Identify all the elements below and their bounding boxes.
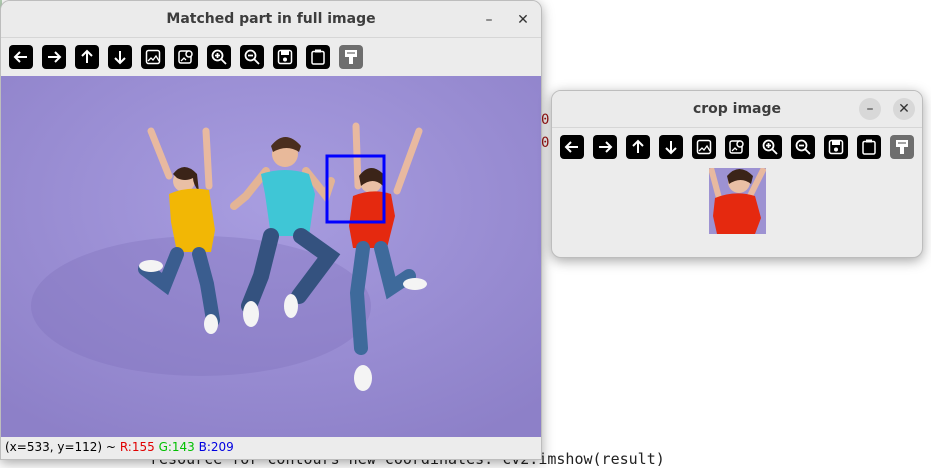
close-button[interactable]: ✕ <box>893 98 915 120</box>
arrow-right-icon <box>599 141 613 153</box>
pan-left-button[interactable] <box>9 45 33 69</box>
zoom-fit-button[interactable] <box>692 135 716 159</box>
minimize-icon: – <box>485 12 493 28</box>
toolbar <box>552 128 922 166</box>
arrow-up-icon <box>632 139 644 153</box>
pan-right-button[interactable] <box>42 45 66 69</box>
zoom-out-icon <box>795 139 811 155</box>
cursor-coordinates: (x=533, y=112) ~ <box>5 440 116 454</box>
zoom-original-button[interactable] <box>725 135 749 159</box>
close-icon: ✕ <box>517 12 529 28</box>
arrow-right-icon <box>48 51 62 63</box>
save-button[interactable] <box>273 45 297 69</box>
crop-canvas[interactable] <box>709 168 766 234</box>
clipboard-icon <box>311 49 325 65</box>
blue-value: B:209 <box>198 440 234 454</box>
arrow-down-icon <box>665 141 677 155</box>
window-title: Matched part in full image <box>166 11 376 27</box>
image-icon <box>145 49 161 65</box>
cropped-photo <box>709 168 766 234</box>
image-search-icon <box>178 50 193 64</box>
pan-left-button[interactable] <box>560 135 584 159</box>
pan-down-button[interactable] <box>659 135 683 159</box>
title-bar[interactable]: Matched part in full image – ✕ <box>1 1 541 38</box>
properties-icon <box>896 140 908 154</box>
zoom-in-button[interactable] <box>758 135 782 159</box>
minimize-button[interactable]: – <box>478 9 500 31</box>
red-value: R:155 <box>119 440 155 454</box>
arrow-down-icon <box>114 51 126 65</box>
arrow-left-icon <box>564 141 578 153</box>
zoom-fit-button[interactable] <box>141 45 165 69</box>
arrow-up-icon <box>81 49 93 63</box>
minimize-button[interactable]: – <box>859 98 881 120</box>
save-icon <box>828 139 844 155</box>
zoom-original-button[interactable] <box>174 45 198 69</box>
arrow-left-icon <box>13 51 27 63</box>
image-search-icon <box>729 140 744 154</box>
zoom-in-icon <box>211 49 227 65</box>
clipboard-icon <box>862 139 876 155</box>
copy-button[interactable] <box>857 135 881 159</box>
pan-up-button[interactable] <box>626 135 650 159</box>
green-value: G:143 <box>158 440 195 454</box>
image-icon <box>696 139 712 155</box>
save-button[interactable] <box>824 135 848 159</box>
zoom-in-icon <box>762 139 778 155</box>
save-icon <box>277 49 293 65</box>
matched-image-window: Matched part in full image – ✕ (x=533, y… <box>0 0 542 460</box>
title-bar[interactable]: crop image – ✕ <box>552 91 922 128</box>
editor-marker: 0 <box>541 112 550 128</box>
zoom-out-button[interactable] <box>240 45 264 69</box>
image-canvas[interactable] <box>1 76 541 437</box>
pan-down-button[interactable] <box>108 45 132 69</box>
pan-right-button[interactable] <box>593 135 617 159</box>
zoom-out-icon <box>244 49 260 65</box>
photo <box>1 76 541 437</box>
window-title: crop image <box>692 101 782 117</box>
copy-button[interactable] <box>306 45 330 69</box>
zoom-in-button[interactable] <box>207 45 231 69</box>
pan-up-button[interactable] <box>75 45 99 69</box>
properties-button[interactable] <box>339 45 363 69</box>
editor-marker: 0 <box>541 135 550 151</box>
properties-icon <box>345 50 357 64</box>
close-button[interactable]: ✕ <box>512 9 534 31</box>
minimize-icon: – <box>866 101 874 117</box>
properties-button[interactable] <box>890 135 914 159</box>
crop-image-window: crop image – ✕ <box>551 90 923 258</box>
close-icon: ✕ <box>898 101 910 117</box>
toolbar <box>1 38 541 76</box>
status-bar: (x=533, y=112) ~ R:155 G:143 B:209 <box>1 437 541 459</box>
zoom-out-button[interactable] <box>791 135 815 159</box>
